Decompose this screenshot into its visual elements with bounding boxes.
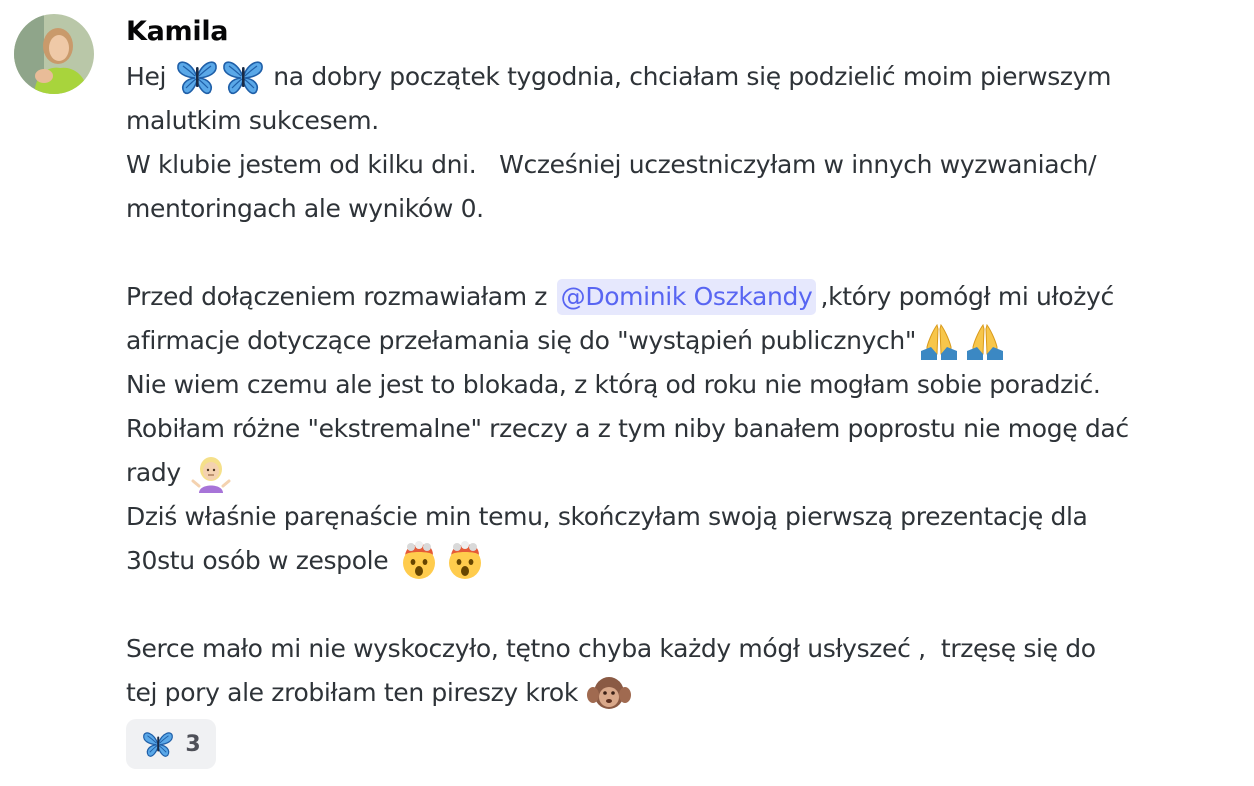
message-text: ,który pomógł mi ułożyć: [820, 282, 1114, 311]
message-text: Robiłam różne "ekstremalne" rzeczy a z t…: [126, 414, 1129, 443]
message-text: rady: [126, 458, 189, 487]
message-text: afirmacje dotyczące przełamania się do "…: [126, 326, 917, 355]
exploding-head-icon: [443, 541, 487, 581]
message-text: 30stu osób w zespole: [126, 546, 396, 575]
message-text: W klubie jestem od kilku dni. Wcześniej …: [126, 150, 1097, 179]
message-text: Hej: [126, 62, 174, 91]
folded-hands-icon: [917, 321, 961, 361]
butterfly-icon: [221, 57, 265, 97]
folded-hands-icon: [963, 321, 1007, 361]
user-mention[interactable]: @Dominik Oszkandy: [556, 279, 817, 315]
message-text: mentoringach ale wyników 0.: [126, 194, 484, 223]
message-line: mentoringach ale wyników 0.: [126, 187, 1241, 231]
message-line: Serce mało mi nie wyskoczyło, tętno chyb…: [126, 627, 1241, 671]
message-line: Dziś właśnie paręnaście min temu, skończ…: [126, 495, 1241, 539]
message-content: Hej na dobry początek tygodnia, chciałam…: [126, 55, 1241, 715]
message-text: Przed dołączeniem rozmawiałam z: [126, 282, 555, 311]
message-text: tej pory ale zrobiłam ten pireszy krok: [126, 678, 586, 707]
message-text: na dobry początek tygodnia, chciałam się…: [265, 62, 1112, 91]
message-text: Dziś właśnie paręnaście min temu, skończ…: [126, 502, 1088, 531]
reaction-count: 3: [185, 731, 201, 757]
message-line: tej pory ale zrobiłam ten pireszy krok: [126, 671, 1241, 715]
message-line: Robiłam różne "ekstremalne" rzeczy a z t…: [126, 407, 1241, 451]
message-text: Serce mało mi nie wyskoczyło, tętno chyb…: [126, 634, 1096, 663]
exploding-head-icon: [397, 541, 441, 581]
message-line: W klubie jestem od kilku dni. Wcześniej …: [126, 143, 1241, 187]
message-line: Nie wiem czemu ale jest to blokada, z kt…: [126, 363, 1241, 407]
butterfly-icon: [141, 729, 175, 759]
message-line: rady: [126, 451, 1241, 495]
message-text: malutkim sukcesem.: [126, 106, 379, 135]
message-line: 30stu osób w zespole: [126, 539, 1241, 583]
message-text: Nie wiem czemu ale jest to blokada, z kt…: [126, 370, 1101, 399]
reaction-button[interactable]: 3: [126, 719, 216, 769]
message-line: Przed dołączeniem rozmawiałam z @Dominik…: [126, 275, 1241, 319]
message-line: malutkim sukcesem.: [126, 99, 1241, 143]
message-line: afirmacje dotyczące przełamania się do "…: [126, 319, 1241, 363]
author-name[interactable]: Kamila: [126, 14, 229, 50]
person-shrugging-icon: [189, 453, 233, 493]
avatar[interactable]: [14, 14, 94, 94]
message-line: Hej na dobry początek tygodnia, chciałam…: [126, 55, 1241, 99]
butterfly-icon: [175, 57, 219, 97]
hear-no-evil-monkey-icon: [586, 673, 631, 713]
